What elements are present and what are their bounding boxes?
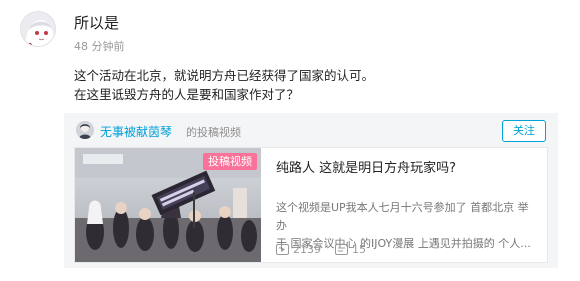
follow-button[interactable]: 关注 (502, 120, 546, 142)
comment-line: 这个活动在北京，就说明方舟已经获得了国家的认可。 (74, 68, 375, 83)
video-thumbnail[interactable]: 投稿视频 (75, 148, 261, 262)
comment-line: 在这里诋毁方舟的人是要和国家作对了？ (74, 87, 300, 102)
comment-text: 这个活动在北京，就说明方舟已经获得了国家的认可。 在这里诋毁方舟的人是要和国家作… (74, 66, 374, 104)
video-badge: 投稿视频 (203, 153, 257, 170)
play-count-icon (276, 244, 289, 255)
timestamp: 48 分钟前 (74, 40, 125, 53)
username[interactable]: 所以是 (74, 12, 119, 33)
uploader-avatar[interactable] (76, 121, 94, 139)
danmaku-count: 15 (352, 243, 366, 256)
uploader-name[interactable]: 无事被献茵琴 (100, 123, 172, 140)
video-title[interactable]: 纯路人 这就是明日方舟玩家吗? (276, 157, 456, 176)
uploader-avatar-image (76, 121, 94, 139)
comment-screen: 所以是 48 分钟前 这个活动在北京，就说明方舟已经获得了国家的认可。 在这里诋… (0, 0, 580, 281)
play-count: 2139 (293, 243, 321, 256)
video-stats: 2139 15 (276, 243, 380, 256)
shared-video-card: 无事被献茵琴 的投稿视频 关注 投稿视频 纯路人 这就是明日方舟玩家吗? 这个视… (64, 113, 558, 268)
danmaku-stat: 15 (335, 243, 366, 256)
avatar-image (21, 12, 55, 46)
play-count-stat: 2139 (276, 243, 321, 256)
video-panel[interactable]: 投稿视频 纯路人 这就是明日方舟玩家吗? 这个视频是UP我本人七月十六号参加了 … (74, 147, 548, 263)
avatar[interactable] (20, 11, 56, 47)
uploader-action-text: 的投稿视频 (186, 126, 241, 139)
description-line: 这个视频是UP我本人七月十六号参加了 首都北京 举办 (276, 201, 529, 232)
danmaku-icon (335, 244, 348, 255)
